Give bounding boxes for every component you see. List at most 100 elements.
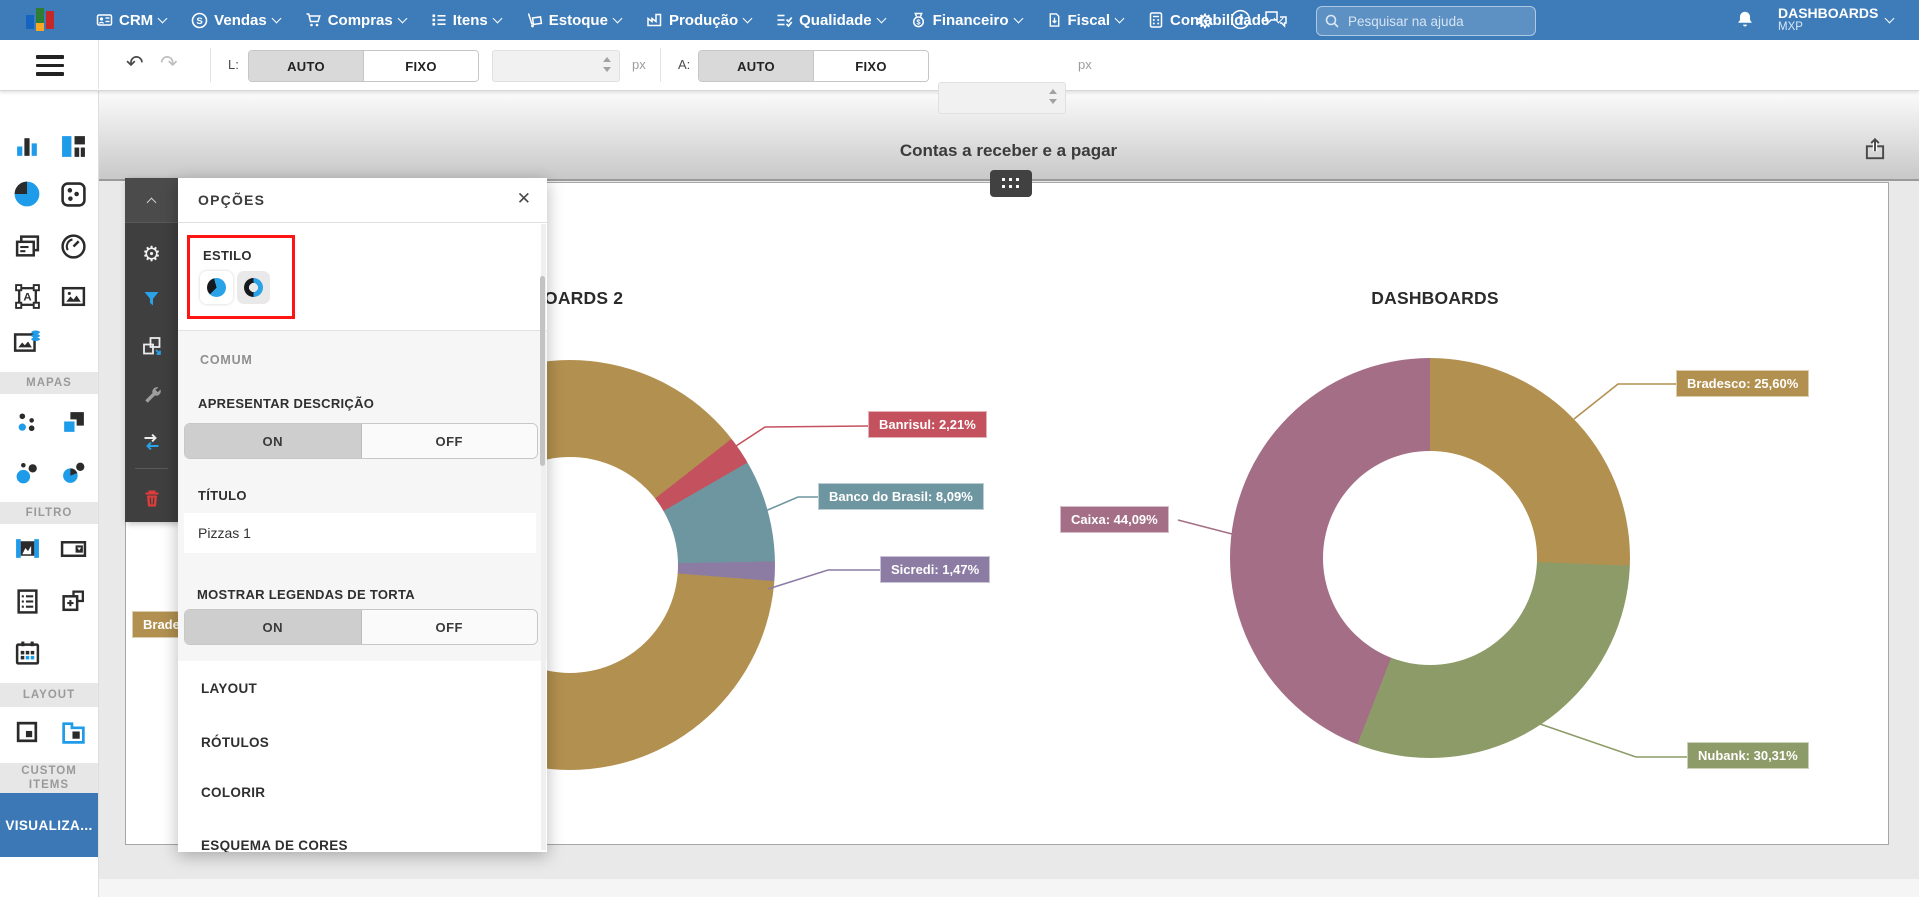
menu-estoque[interactable]: Estoque [526,12,623,29]
toggle-on-button[interactable]: ON [185,610,362,644]
chevron-down-icon [492,13,503,24]
width-auto-button[interactable]: AUTO [249,51,363,81]
widget-calendar-filter[interactable] [10,637,44,669]
widget-image-data[interactable] [10,326,44,358]
search-input[interactable] [1346,12,1500,30]
menu-contabilidade[interactable]: Contabilidade [1148,12,1284,29]
menu-crm[interactable]: CRM [96,12,168,29]
widget-map-layers[interactable] [56,406,90,438]
apresentar-descricao-toggle: ON OFF [184,423,538,459]
slice-label-sicredi[interactable]: Sicredi: 1,47% [880,556,991,583]
donut-chart-right[interactable] [1230,358,1630,758]
slice-label-banrisul[interactable]: Banrisul: 2,21% [868,411,987,438]
width-fixo-button[interactable]: FIXO [363,51,478,81]
app-root: CRM S Vendas Compras Itens Estoque Produ… [0,0,1919,897]
menu-financeiro[interactable]: $ Financeiro [910,12,1023,29]
style-donut-button[interactable] [237,271,270,304]
widget-filter-icon[interactable] [125,281,178,317]
widget-dropdown-filter[interactable] [56,532,90,564]
widget-swap-icon[interactable] [125,424,178,460]
widget-text-box[interactable]: A [10,280,44,312]
widget-wrench-icon[interactable] [125,376,178,412]
widget-tab-frame[interactable] [56,716,90,748]
chevron-down-icon [397,13,408,24]
style-pie-button[interactable] [200,271,233,304]
titulo-label: TÍTULO [198,488,247,503]
notifications-bell-icon[interactable] [1734,8,1756,32]
slice-label-nubank[interactable]: Nubank: 30,31% [1687,742,1809,769]
widget-kpi-cards[interactable] [10,230,44,262]
financeiro-icon: $ [912,12,924,28]
qualidade-icon [777,14,793,28]
drag-dots-icon [1001,177,1021,190]
height-fixo-button[interactable]: FIXO [813,51,928,81]
section-header-custom-items: CUSTOM ITEMS [0,763,98,793]
widget-settings-gear-icon[interactable]: ⚙ [125,236,178,272]
hamburger-menu-icon[interactable] [36,55,64,81]
slice-label-banco-do-brasil[interactable]: Banco do Brasil: 8,09% [818,483,984,510]
widget-map-bubble-pie[interactable] [56,456,90,488]
redo-icon[interactable]: ↷ [160,51,178,76]
widget-scatter-plot[interactable] [56,178,90,210]
height-value-input[interactable] [945,87,1039,109]
app-logo-icon[interactable] [26,8,56,34]
menu-itens[interactable]: Itens [431,12,503,29]
contabilidade-icon [1149,12,1163,28]
main-menu: CRM S Vendas Compras Itens Estoque Produ… [96,0,1284,40]
toggle-off-button[interactable]: OFF [361,610,537,644]
accordion-colorir[interactable]: COLORIR [178,765,547,821]
widget-list-filter[interactable] [10,585,44,617]
accordion-rotulos[interactable]: RÓTULOS [178,718,547,766]
undo-icon[interactable]: ↶ [126,51,144,76]
slice-label-caixa[interactable]: Caixa: 44,09% [1060,506,1169,533]
titulo-input[interactable] [184,513,536,553]
widget-map-points[interactable] [10,406,44,438]
height-auto-button[interactable]: AUTO [699,51,813,81]
accordion-esquema-de-cores[interactable]: ESQUEMA DE CORES [178,820,547,852]
panel-scrollbar[interactable] [540,224,546,850]
width-mode-toggle: AUTO FIXO [248,50,479,82]
widget-map-bubbles[interactable] [10,456,44,488]
svg-text:?: ? [1237,15,1244,27]
accordion-layout[interactable]: LAYOUT [178,661,547,719]
menu-compras[interactable]: Compras [305,12,408,29]
chat-icon[interactable] [1264,10,1288,30]
widget-frame-add-filter[interactable] [56,585,90,617]
collapse-button[interactable] [125,178,178,223]
menu-qualidade[interactable]: Qualidade [776,12,887,29]
compras-icon [306,13,321,27]
workspace-switcher[interactable]: DASHBOARDS MXP [1778,5,1895,34]
close-icon[interactable]: ✕ [517,189,531,209]
slice-label-bradesco[interactable]: Bradesco: 25,60% [1676,370,1810,397]
export-share-icon[interactable] [1862,136,1888,167]
widget-overlap-frames[interactable] [10,716,44,748]
widget-pie-chart[interactable] [10,178,44,210]
settings-gear-icon[interactable]: ⚙ [1196,9,1214,34]
widget-delete-trash-icon[interactable] [125,480,178,516]
mostrar-legendas-label: MOSTRAR LEGENDAS DE TORTA [197,587,415,602]
height-mode-toggle: AUTO FIXO [698,50,929,82]
pie-style-icon [207,278,226,297]
stepper-arrows[interactable] [603,57,611,72]
widget-bar-chart[interactable] [10,130,44,162]
stepper-arrows[interactable] [1049,89,1057,104]
widget-range-filter[interactable] [10,532,44,564]
visualize-button[interactable]: VISUALIZA... [0,793,98,857]
help-icon[interactable]: ? [1230,9,1251,30]
menu-producao[interactable]: Produção [646,12,753,29]
toggle-off-button[interactable]: OFF [361,424,537,458]
widget-dashboard-tiles[interactable] [56,130,90,162]
width-value-input[interactable] [499,55,593,77]
toggle-on-button[interactable]: ON [185,424,362,458]
drag-handle[interactable] [990,170,1032,197]
estilo-label: ESTILO [203,248,252,263]
widget-image[interactable] [56,280,90,312]
estilo-highlight-box: ESTILO [187,235,295,319]
menu-vendas[interactable]: S Vendas [191,12,282,29]
donut-style-icon [244,278,263,297]
help-search[interactable] [1316,6,1536,36]
options-panel-title: OPÇÕES [198,192,266,208]
widget-resize-icon[interactable] [125,328,178,364]
widget-gauge[interactable] [56,230,90,262]
menu-fiscal[interactable]: Fiscal [1047,12,1125,29]
